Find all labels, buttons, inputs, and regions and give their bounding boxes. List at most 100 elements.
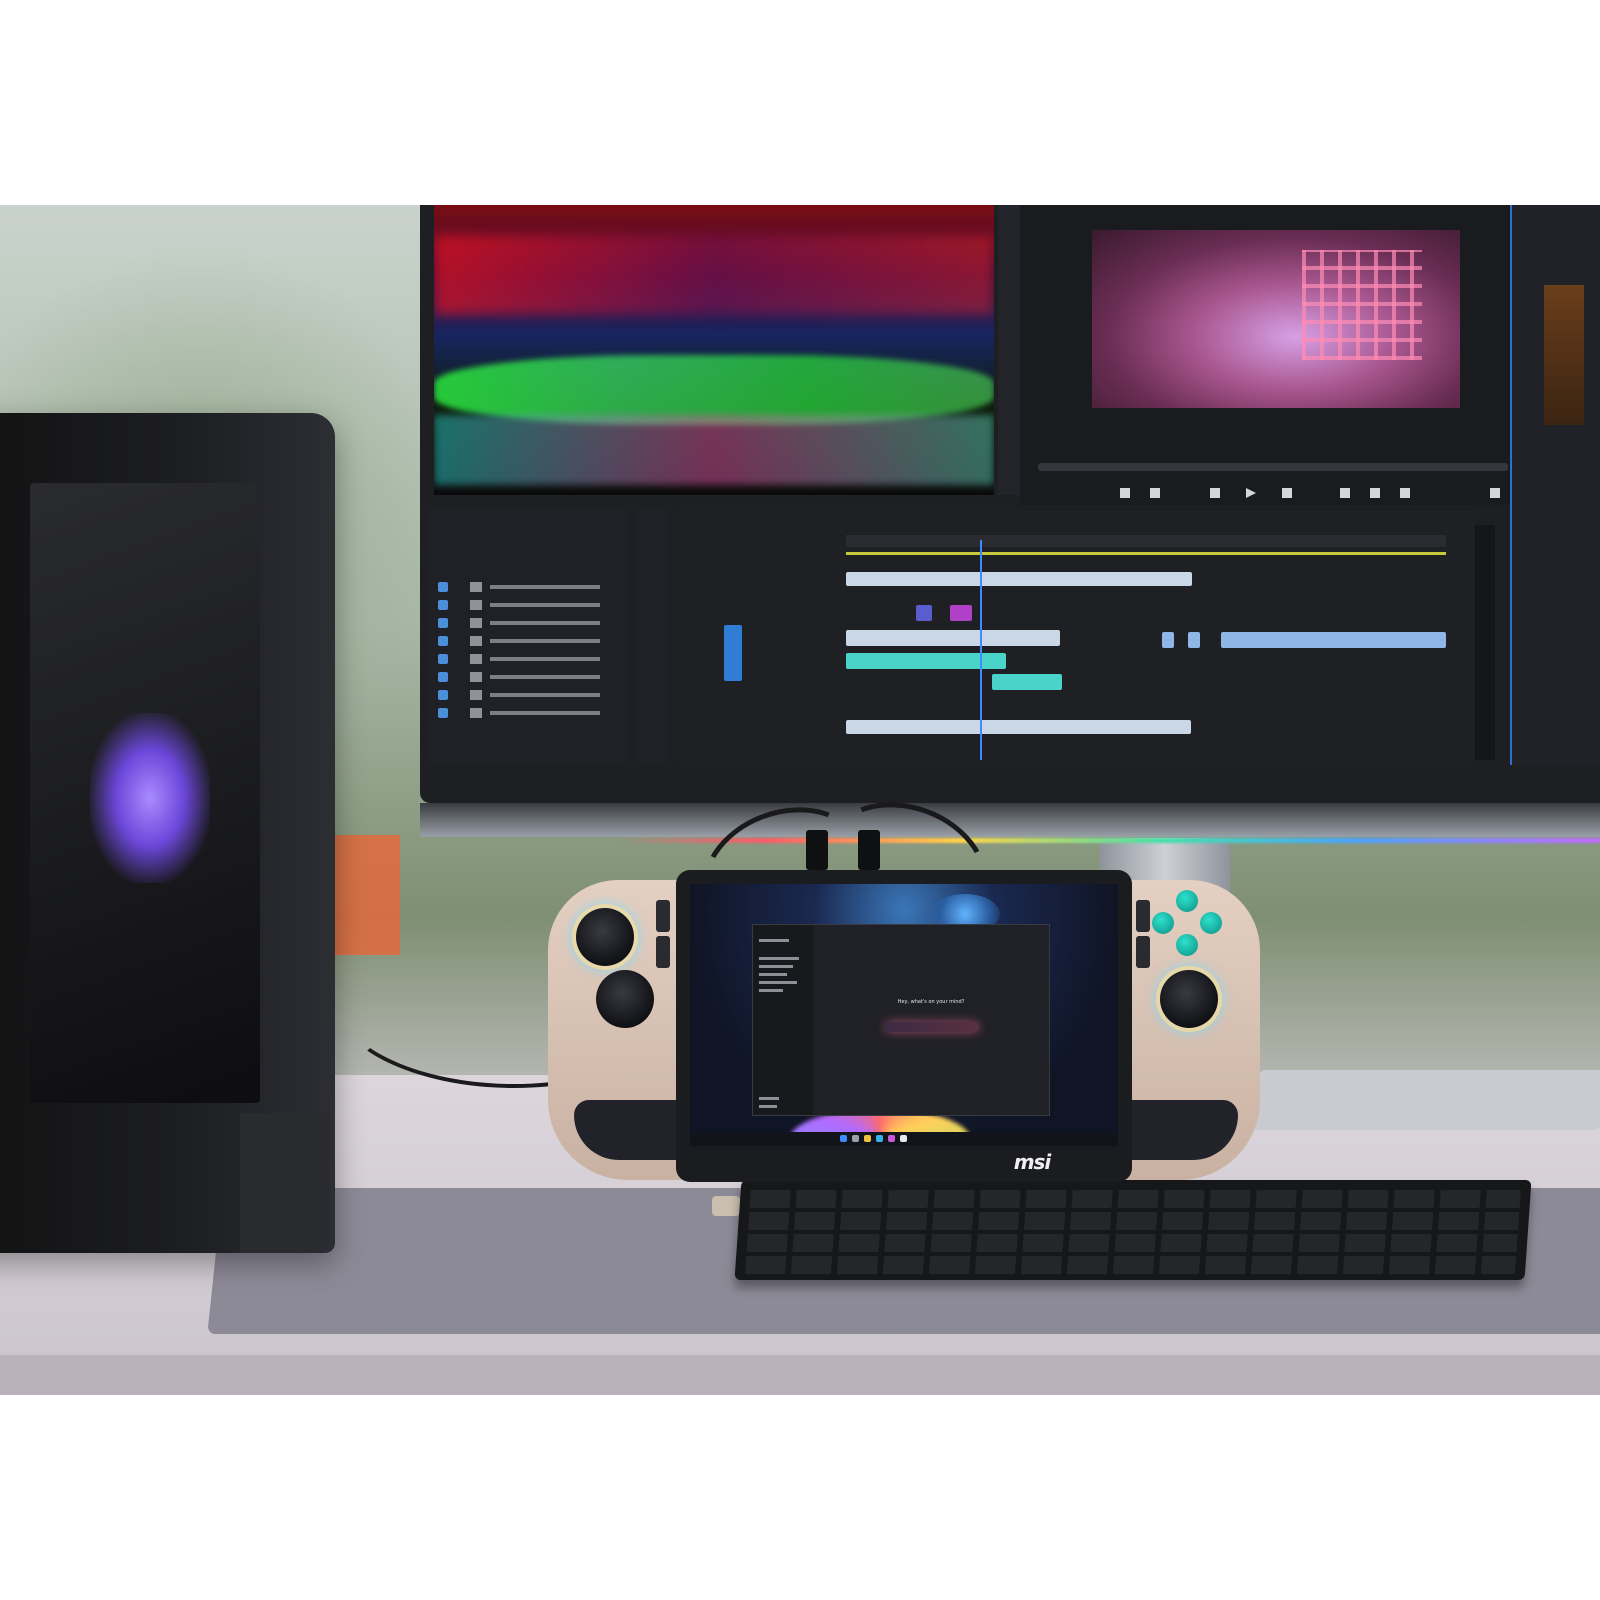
sidebar-item[interactable] (759, 973, 787, 976)
project-item[interactable] (438, 672, 618, 682)
handheld-bezel: Hey, what's on your mind? msi (676, 870, 1132, 1182)
timeline-ruler[interactable] (846, 535, 1446, 547)
project-item-name (490, 639, 600, 643)
clip-icon (438, 690, 448, 700)
monitor-stand-base (1239, 1070, 1600, 1130)
key-row (749, 1190, 1521, 1208)
timeline-clip[interactable] (950, 605, 972, 621)
play-icon[interactable] (1246, 488, 1256, 498)
sidebar-item[interactable] (759, 957, 799, 960)
timeline-clip[interactable] (846, 653, 1006, 669)
brand-logo: msi (1013, 1150, 1052, 1174)
audio-meter (1475, 525, 1495, 760)
left-shoulder-button[interactable] (656, 900, 670, 932)
search-icon[interactable] (852, 1135, 859, 1142)
thumbnail-icon (470, 708, 482, 718)
sidebar-item[interactable] (759, 981, 797, 984)
left-shoulder-button[interactable] (656, 936, 670, 968)
pc-fan-glow (90, 713, 210, 883)
app-icon[interactable] (888, 1135, 895, 1142)
monitor-chin (420, 803, 1600, 837)
add-button-icon[interactable] (1490, 488, 1500, 498)
clip-icon (438, 708, 448, 718)
panel-thumbnail (1544, 285, 1584, 425)
copilot-window: Hey, what's on your mind? (752, 924, 1050, 1116)
keyboard (734, 1180, 1532, 1280)
project-item[interactable] (438, 708, 618, 718)
right-shoulder-button[interactable] (1136, 936, 1150, 968)
file-explorer-icon[interactable] (864, 1135, 871, 1142)
export-frame-icon[interactable] (1400, 488, 1410, 498)
handheld-screen: Hey, what's on your mind? (690, 884, 1118, 1146)
project-item[interactable] (438, 654, 618, 664)
face-button-icon[interactable] (1200, 912, 1222, 934)
project-item[interactable] (438, 582, 618, 592)
lumetri-scope (434, 205, 994, 495)
extract-icon[interactable] (1370, 488, 1380, 498)
face-button-icon[interactable] (1176, 890, 1198, 912)
joystick-icon[interactable] (576, 908, 634, 966)
project-item[interactable] (438, 636, 618, 646)
project-item[interactable] (438, 600, 618, 610)
joystick-icon[interactable] (1160, 970, 1218, 1028)
sidebar-item[interactable] (759, 965, 793, 968)
project-item-name (490, 711, 600, 715)
desk-edge (0, 1355, 1600, 1395)
key-row (744, 1256, 1517, 1274)
face-button-icon[interactable] (1176, 934, 1198, 956)
project-item[interactable] (438, 690, 618, 700)
timeline-clip[interactable] (846, 630, 1060, 646)
timeline-clip[interactable] (916, 605, 932, 621)
sidebar-item[interactable] (759, 939, 789, 942)
timeline-clip[interactable] (846, 720, 1191, 734)
timeline-clip[interactable] (992, 674, 1062, 690)
project-panel (428, 510, 628, 762)
copilot-sidebar (753, 925, 813, 1115)
clip-icon (438, 654, 448, 664)
timeline-playhead[interactable] (980, 540, 982, 760)
joystick-icon[interactable] (596, 970, 654, 1028)
thumbnail-icon (470, 582, 482, 592)
frame-lattice (1302, 250, 1422, 360)
track-target-button[interactable] (724, 625, 742, 681)
project-item[interactable] (438, 618, 618, 628)
timeline-work-area (846, 552, 1446, 555)
step-forward-icon[interactable] (1282, 488, 1292, 498)
mark-in-icon[interactable] (1120, 488, 1130, 498)
program-scrub-bar[interactable] (1038, 463, 1508, 471)
timeline-clip[interactable] (846, 572, 1192, 586)
thumbnail-icon (470, 618, 482, 628)
project-item-name (490, 693, 600, 697)
keyboard-cable (712, 1196, 740, 1216)
right-shoulder-button[interactable] (1136, 900, 1150, 932)
step-back-icon[interactable] (1210, 488, 1220, 498)
clip-icon (438, 582, 448, 592)
browser-icon[interactable] (876, 1135, 883, 1142)
sidebar-item[interactable] (759, 989, 783, 992)
thumbnail-icon (470, 690, 482, 700)
usb-c-plug (858, 830, 880, 870)
scope-red-trace (434, 235, 994, 315)
mark-out-icon[interactable] (1150, 488, 1160, 498)
timeline-clip[interactable] (1188, 632, 1200, 648)
handheld-console: Hey, what's on your mind? msi (548, 870, 1260, 1190)
face-button-icon[interactable] (1152, 912, 1174, 934)
project-item-name (490, 621, 600, 625)
lift-icon[interactable] (1340, 488, 1350, 498)
project-item-name (490, 603, 600, 607)
clip-icon (438, 600, 448, 610)
thumbnail-icon (470, 654, 482, 664)
program-monitor-frame (1092, 230, 1460, 408)
clip-icon (438, 636, 448, 646)
timeline-clip[interactable] (1221, 632, 1446, 648)
program-monitor (1020, 205, 1520, 505)
tools-panel (634, 510, 670, 762)
scope-cyan-trace (434, 415, 994, 485)
timeline-clip[interactable] (1162, 632, 1174, 648)
app-icon[interactable] (900, 1135, 907, 1142)
sidebar-item[interactable] (759, 1105, 777, 1108)
windows-start-icon[interactable] (840, 1135, 847, 1142)
sidebar-item[interactable] (759, 1097, 779, 1100)
copilot-input[interactable] (885, 1022, 979, 1032)
project-item-name (490, 585, 600, 589)
